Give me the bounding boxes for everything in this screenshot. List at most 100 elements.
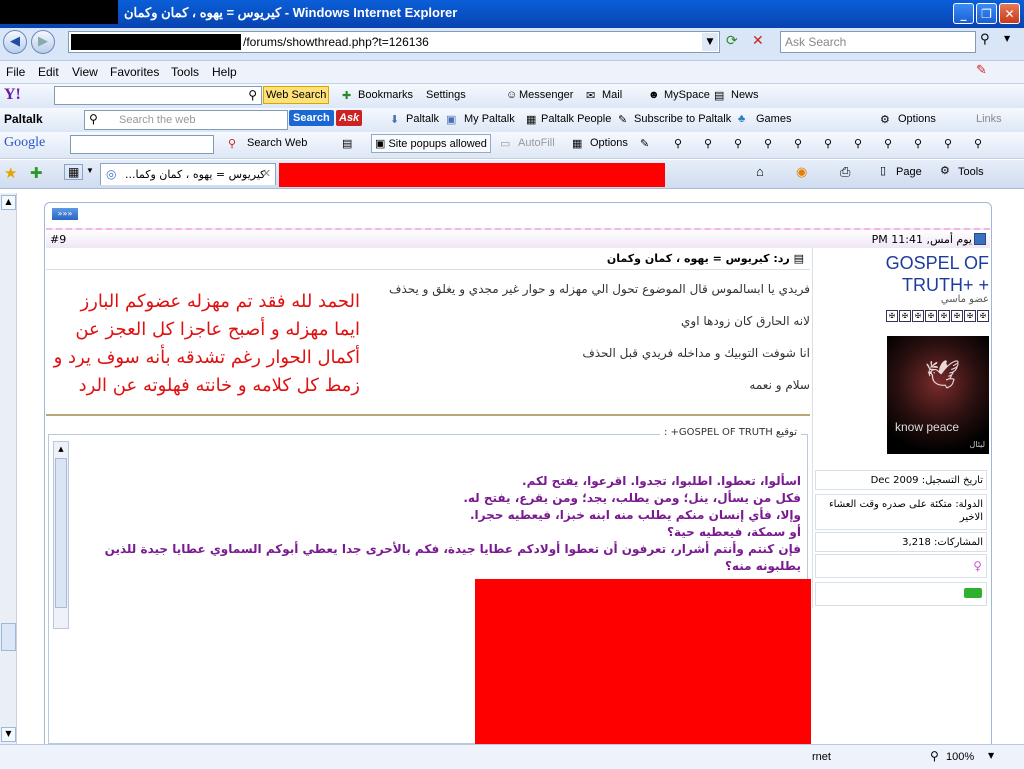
ask-search-input[interactable]: Ask Search — [780, 31, 976, 53]
word-find-icon[interactable]: ⚲ — [974, 137, 982, 150]
google-options-button[interactable]: Options — [590, 137, 628, 149]
google-search-web-button[interactable]: Search Web — [247, 137, 307, 149]
yahoo-toolbar: Y! ⚲ Web Search ✚ Bookmarks Settings ☺ M… — [0, 84, 1024, 109]
people-icon: ▦ — [526, 114, 537, 126]
scroll-down-icon[interactable]: ▼ — [1, 727, 16, 742]
print-icon[interactable]: ⎙ — [840, 164, 850, 180]
word-find-icon[interactable]: ⚲ — [884, 137, 892, 150]
add-favorite-icon[interactable]: ✚ — [30, 164, 43, 182]
post-date: يوم أمس, 11:41 PM — [871, 233, 972, 246]
messenger-button[interactable]: Messenger — [519, 89, 573, 101]
favorites-star-icon[interactable]: ★ — [4, 164, 17, 182]
mail-icon: ✉ — [586, 90, 596, 102]
word-find-icon[interactable]: ⚲ — [944, 137, 952, 150]
post-line: سلام و نعمه — [749, 378, 810, 392]
word-find-icon[interactable]: ⚲ — [914, 137, 922, 150]
user-avatar[interactable]: 🕊 know peace ليئال — [887, 336, 989, 454]
my-paltalk-button[interactable]: My Paltalk — [464, 113, 515, 125]
options-gear-icon: ⚙ — [880, 114, 890, 126]
signature-box: توقيع GOSPEL OF TRUTH+ : ▲ اسألوا، تعطوا… — [48, 427, 811, 745]
paltalk-search-button[interactable]: Search — [289, 110, 334, 126]
address-bar[interactable]: /forums/showthread.php?t=126136 ▼ — [68, 31, 720, 53]
forward-arrow-icon: ▶ — [38, 34, 48, 49]
myspace-button[interactable]: MySpace — [664, 89, 710, 101]
close-button[interactable]: ✕ — [999, 3, 1020, 24]
signature-line: فكل من يسأل، ينل؛ ومن يطلب، يجد؛ ومن يقر… — [463, 491, 801, 505]
paltalk-button[interactable]: Paltalk — [406, 113, 439, 125]
tools-menu-button[interactable]: Tools — [958, 166, 984, 178]
signature-line: اسألوا، تعطوا. اطلبوا، تجدوا. اقرعوا، يف… — [522, 474, 801, 488]
page-menu-button[interactable]: Page — [896, 166, 922, 178]
bookmarks-button[interactable]: Bookmarks — [358, 89, 413, 101]
word-find-icon[interactable]: ⚲ — [824, 137, 832, 150]
signature-scroll-thumb[interactable] — [55, 458, 67, 608]
menu-edit[interactable]: Edit — [38, 65, 59, 79]
yahoo-logo[interactable]: Y! — [4, 86, 21, 104]
news-button[interactable]: News — [731, 89, 759, 101]
search-options-icon[interactable]: ▼ — [1004, 34, 1010, 43]
tab-active[interactable]: ◎ كيريوس = يهوه ، كمان وكما... ✕ — [100, 163, 276, 185]
menu-tools[interactable]: Tools — [171, 65, 199, 79]
word-find-icon[interactable]: ⚲ — [794, 137, 802, 150]
search-icon: ⚲ — [248, 88, 257, 102]
subscribe-button[interactable]: Subscribe to Paltalk — [634, 113, 731, 125]
word-find-icon[interactable]: ⚲ — [704, 137, 712, 150]
address-url[interactable]: /forums/showthread.php?t=126136 — [243, 35, 429, 49]
home-icon[interactable]: ⌂ — [756, 164, 764, 179]
google-toolbar: Google ⚲ Search Web ▤ ▣ Site popups allo… — [0, 132, 1024, 159]
menu-view[interactable]: View — [72, 65, 98, 79]
search-icon[interactable]: ⚲ — [980, 32, 1000, 52]
paltalk-search-input[interactable]: ⚲ Search the web — [84, 110, 288, 130]
autofill-button[interactable]: AutoFill — [518, 137, 555, 149]
quick-tabs-icon[interactable]: ▦ — [64, 164, 84, 180]
popup-blocker-button[interactable]: ▣ Site popups allowed — [371, 134, 491, 153]
user-name[interactable]: GOSPEL OF TRUTH+ + — [813, 252, 989, 296]
menu-file[interactable]: File — [6, 65, 25, 79]
yahoo-search-input[interactable]: ⚲ — [54, 86, 262, 105]
page-vertical-scrollbar[interactable]: ▲ ▼ — [0, 193, 17, 744]
maximize-button[interactable]: ❐ — [976, 3, 997, 24]
minimize-button[interactable]: _ — [953, 3, 974, 24]
links-button[interactable]: Links — [976, 113, 1002, 125]
word-find-icon[interactable]: ⚲ — [854, 137, 862, 150]
forward-button[interactable]: ▶ — [31, 30, 55, 54]
google-logo[interactable]: Google — [4, 135, 45, 151]
address-dropdown-icon[interactable]: ▼ — [702, 33, 718, 51]
zoom-dropdown-icon[interactable]: ▼ — [988, 751, 994, 760]
post-number[interactable]: #9 — [50, 233, 66, 246]
expand-icon[interactable]: »»» — [52, 208, 78, 220]
settings-button[interactable]: Settings — [426, 89, 466, 101]
word-find-icon[interactable]: ⚲ — [674, 137, 682, 150]
close-tab-icon[interactable]: ✕ — [262, 167, 271, 180]
signature-scrollbar[interactable]: ▲ — [53, 441, 69, 629]
stop-icon[interactable]: ✕ — [752, 33, 770, 51]
ie-page-icon: ◎ — [106, 167, 117, 181]
signature-scroll-up-icon[interactable]: ▲ — [55, 443, 67, 455]
word-find-icon[interactable]: ⚲ — [764, 137, 772, 150]
bookmarks-icon: ✚ — [342, 90, 352, 102]
join-label: تاريخ التسجيل: — [921, 475, 983, 486]
back-button[interactable]: ◀ — [3, 30, 27, 54]
ask-logo[interactable]: Ask — [336, 110, 363, 126]
tab-list-dropdown-icon[interactable]: ▼ — [86, 166, 94, 175]
rss-icon[interactable]: ◉ — [796, 164, 807, 180]
paltalk-logo[interactable]: Paltalk — [4, 112, 43, 126]
highlighter-icon[interactable]: ✎ — [640, 137, 649, 150]
toolbar-addon-icon[interactable]: ✎ — [976, 63, 987, 78]
games-button[interactable]: Games — [756, 113, 791, 125]
refresh-icon[interactable]: ⟳ — [726, 33, 744, 51]
paltalk-people-button[interactable]: Paltalk People — [541, 113, 611, 125]
menu-help[interactable]: Help — [212, 65, 237, 79]
google-search-icon: ⚲ — [228, 138, 237, 150]
zoom-level[interactable]: 100% — [946, 751, 974, 763]
word-find-icon[interactable]: ⚲ — [734, 137, 742, 150]
menu-favorites[interactable]: Favorites — [110, 65, 159, 79]
scroll-up-icon[interactable]: ▲ — [1, 195, 16, 210]
signature-text: اسألوا، تعطوا. اطلبوا، تجدوا. اقرعوا، يف… — [73, 473, 801, 575]
google-search-input[interactable] — [70, 135, 214, 154]
scroll-thumb[interactable] — [1, 623, 16, 651]
news-icon[interactable]: ▤ — [342, 137, 352, 150]
mail-button[interactable]: Mail — [602, 89, 622, 101]
web-search-button[interactable]: Web Search — [263, 86, 330, 104]
paltalk-options-button[interactable]: Options — [898, 113, 936, 125]
